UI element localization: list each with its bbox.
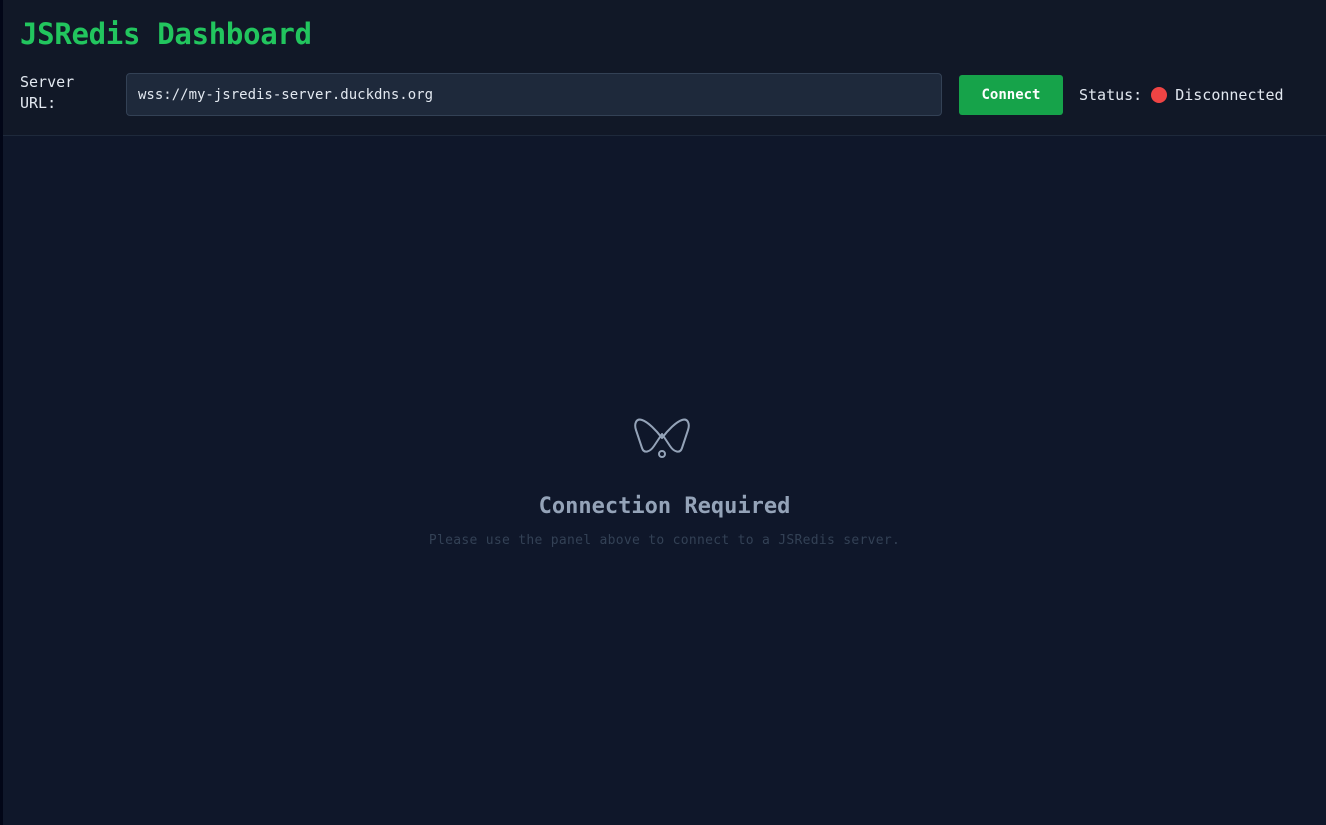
status-label: Status:: [1079, 86, 1143, 104]
connection-status: Status: Disconnected: [1079, 84, 1284, 106]
server-url-label: Server URL:: [20, 73, 75, 112]
connection-panel: JSRedis Dashboard Server URL: Connect St…: [3, 0, 1326, 136]
empty-state-title: Connection Required: [538, 494, 791, 519]
connect-button[interactable]: Connect: [959, 75, 1063, 115]
empty-state-subtitle: Please use the panel above to connect to…: [428, 533, 901, 548]
connection-required-panel: Connection Required Please use the panel…: [3, 137, 1326, 825]
server-url-input[interactable]: [126, 73, 942, 116]
app-title: JSRedis Dashboard: [20, 17, 312, 51]
status-dot-icon: [1151, 87, 1168, 103]
disconnected-plug-icon: [634, 418, 690, 458]
status-value: Disconnected: [1175, 86, 1284, 104]
